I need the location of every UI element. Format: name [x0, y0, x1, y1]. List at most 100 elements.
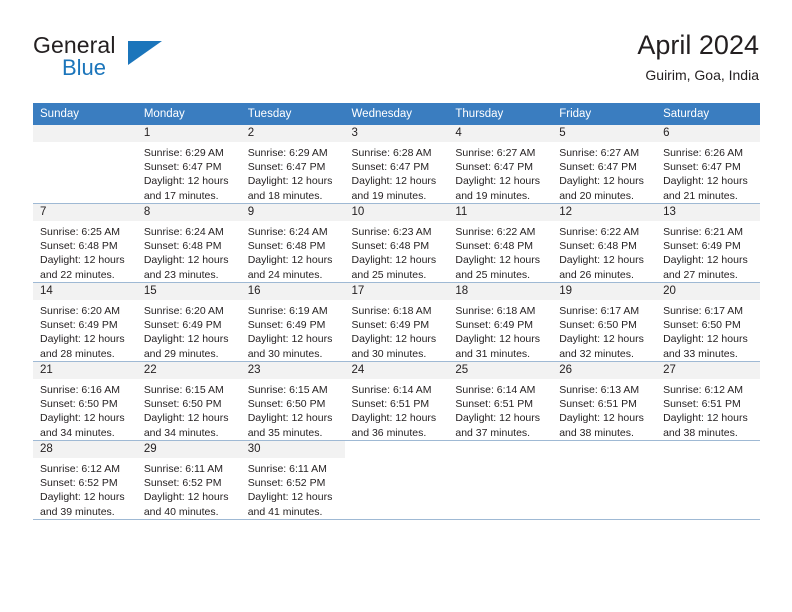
- weekday-header-thursday: Thursday: [448, 103, 553, 125]
- daylight-duration-line2: and 40 minutes.: [143, 505, 219, 518]
- weekday-header-friday: Friday: [552, 103, 657, 125]
- sunrise-time: Sunrise: 6:28 AM: [351, 147, 432, 159]
- day-detail: Sunrise: 6:11 AM Sunset: 6:52 PM Daylight:…: [137, 458, 241, 519]
- calendar-day-cell[interactable]: 9 Sunrise: 6:24 AM Sunset: 6:48 PM Daylight…: [240, 203, 345, 283]
- calendar-day-cell[interactable]: 29 Sunrise: 6:11 AM Sunset: 6:52 PM Dayligh…: [136, 440, 241, 520]
- day-number: 4: [448, 125, 553, 142]
- title-block: April 2024 Guirim, Goa, India: [637, 28, 759, 85]
- calendar-day-cell[interactable]: 23 Sunrise: 6:15 AM Sunset: 6:50 PM Dayligh…: [240, 361, 345, 441]
- calendar-day-cell[interactable]: 8 Sunrise: 6:24 AM Sunset: 6:48 PM Daylight…: [136, 203, 241, 283]
- sunset-time: Sunset: 6:49 PM: [247, 319, 326, 332]
- daylight-duration-line2: and 29 minutes.: [143, 347, 219, 360]
- day-detail: Sunrise: 6:24 AM Sunset: 6:48 PM Daylight:…: [137, 221, 241, 282]
- daylight-duration-line2: and 39 minutes.: [40, 505, 115, 518]
- general-blue-logo[interactable]: General Blue: [33, 32, 213, 88]
- calendar-day-cell[interactable]: 22 Sunrise: 6:15 AM Sunset: 6:50 PM Dayligh…: [136, 361, 241, 441]
- calendar-day-cell[interactable]: 25 Sunrise: 6:14 AM Sunset: 6:51 PM Dayligh…: [448, 361, 553, 441]
- day-number: 1: [136, 125, 241, 142]
- day-detail: Sunrise: 6:23 AM Sunset: 6:48 PM Daylight:…: [345, 221, 449, 282]
- sunset-time: Sunset: 6:48 PM: [247, 240, 326, 253]
- sunset-time: Sunset: 6:47 PM: [663, 161, 741, 174]
- calendar-day-cell[interactable]: 28 Sunrise: 6:12 AM Sunset: 6:52 PM Dayligh…: [33, 440, 137, 520]
- calendar-day-cell[interactable]: 4 Sunrise: 6:27 AM Sunset: 6:47 PM Daylight…: [448, 125, 553, 204]
- calendar-day-cell[interactable]: 6 Sunrise: 6:26 AM Sunset: 6:47 PM Daylight…: [656, 125, 760, 204]
- sunset-time: Sunset: 6:47 PM: [351, 161, 430, 174]
- sunrise-time: Sunrise: 6:25 AM: [40, 226, 120, 238]
- day-number: 10: [344, 204, 449, 221]
- sunset-time: Sunset: 6:48 PM: [559, 240, 637, 253]
- daylight-duration-line1: Daylight: 12 hours: [351, 254, 437, 267]
- calendar-day-cell[interactable]: 24 Sunrise: 6:14 AM Sunset: 6:51 PM Dayligh…: [344, 361, 449, 441]
- calendar-day-cell[interactable]: 21 Sunrise: 6:16 AM Sunset: 6:50 PM Dayligh…: [33, 361, 137, 441]
- sunrise-time: Sunrise: 6:24 AM: [247, 226, 328, 238]
- daylight-duration-line1: Daylight: 12 hours: [663, 254, 748, 267]
- calendar-day-cell[interactable]: 2 Sunrise: 6:29 AM Sunset: 6:47 PM Daylight…: [240, 125, 345, 204]
- daylight-duration-line1: Daylight: 12 hours: [40, 491, 125, 504]
- daylight-duration-line2: and 19 minutes.: [351, 189, 427, 202]
- calendar-day-cell[interactable]: 7 Sunrise: 6:25 AM Sunset: 6:48 PM Daylight…: [33, 203, 137, 283]
- day-detail: Sunrise: 6:18 AM Sunset: 6:49 PM Daylight:…: [448, 300, 552, 361]
- calendar-day-cell-empty: [344, 440, 449, 520]
- calendar-day-cell[interactable]: 10 Sunrise: 6:23 AM Sunset: 6:48 PM Dayligh…: [344, 203, 449, 283]
- sunset-time: Sunset: 6:52 PM: [143, 477, 222, 490]
- day-number: 16: [240, 283, 345, 300]
- day-number: 28: [33, 441, 137, 458]
- daylight-duration-line2: and 23 minutes.: [143, 268, 219, 281]
- daylight-duration-line1: Daylight: 12 hours: [663, 333, 748, 346]
- sunset-time: Sunset: 6:52 PM: [40, 477, 118, 490]
- calendar-day-cell[interactable]: 19 Sunrise: 6:17 AM Sunset: 6:50 PM Dayligh…: [552, 282, 657, 362]
- sunset-time: Sunset: 6:48 PM: [40, 240, 118, 253]
- daylight-duration-line2: and 36 minutes.: [351, 426, 427, 439]
- sunrise-time: Sunrise: 6:16 AM: [40, 384, 120, 396]
- sunset-time: Sunset: 6:49 PM: [455, 319, 534, 332]
- daylight-duration-line1: Daylight: 12 hours: [143, 333, 229, 346]
- daylight-duration-line1: Daylight: 12 hours: [247, 333, 333, 346]
- calendar-day-cell[interactable]: 26 Sunrise: 6:13 AM Sunset: 6:51 PM Dayligh…: [552, 361, 657, 441]
- daylight-duration-line1: Daylight: 12 hours: [143, 175, 229, 188]
- day-number: 6: [656, 125, 760, 142]
- sunset-time: Sunset: 6:52 PM: [247, 477, 326, 490]
- day-detail: Sunrise: 6:28 AM Sunset: 6:47 PM Daylight:…: [345, 142, 449, 203]
- daylight-duration-line1: Daylight: 12 hours: [455, 175, 541, 188]
- sunrise-time: Sunrise: 6:14 AM: [455, 384, 536, 396]
- calendar-day-cell[interactable]: 15 Sunrise: 6:20 AM Sunset: 6:49 PM Dayligh…: [136, 282, 241, 362]
- day-detail: Sunrise: 6:15 AM Sunset: 6:50 PM Daylight:…: [241, 379, 345, 440]
- calendar-day-cell[interactable]: 11 Sunrise: 6:22 AM Sunset: 6:48 PM Dayligh…: [448, 203, 553, 283]
- calendar-day-cell[interactable]: 1 Sunrise: 6:29 AM Sunset: 6:47 PM Daylight…: [136, 125, 241, 204]
- weekday-header-tuesday: Tuesday: [240, 103, 345, 125]
- day-number: 12: [552, 204, 657, 221]
- page-subtitle-location: Guirim, Goa, India: [645, 67, 759, 83]
- calendar-page: General Blue April 2024 Guirim, Goa, Ind…: [0, 0, 792, 612]
- daylight-duration-line1: Daylight: 12 hours: [559, 333, 644, 346]
- calendar-day-cell[interactable]: 18 Sunrise: 6:18 AM Sunset: 6:49 PM Dayligh…: [448, 282, 553, 362]
- calendar-day-cell[interactable]: 5 Sunrise: 6:27 AM Sunset: 6:47 PM Daylight…: [552, 125, 657, 204]
- day-detail: Sunrise: 6:22 AM Sunset: 6:48 PM Daylight:…: [448, 221, 552, 282]
- sunset-time: Sunset: 6:50 PM: [559, 319, 637, 332]
- calendar-day-cell[interactable]: 17 Sunrise: 6:18 AM Sunset: 6:49 PM Dayligh…: [344, 282, 449, 362]
- calendar-day-cell[interactable]: 20 Sunrise: 6:17 AM Sunset: 6:50 PM Dayligh…: [656, 282, 760, 362]
- sunrise-time: Sunrise: 6:17 AM: [559, 305, 640, 317]
- daylight-duration-line1: Daylight: 12 hours: [351, 333, 437, 346]
- sunset-time: Sunset: 6:51 PM: [559, 398, 637, 411]
- calendar-day-cell[interactable]: 13 Sunrise: 6:21 AM Sunset: 6:49 PM Dayligh…: [656, 203, 760, 283]
- sunset-time: Sunset: 6:51 PM: [351, 398, 430, 411]
- calendar-grid: Sunday Monday Tuesday Wednesday Thursday…: [33, 103, 760, 520]
- calendar-day-cell[interactable]: 16 Sunrise: 6:19 AM Sunset: 6:49 PM Dayligh…: [240, 282, 345, 362]
- day-detail: Sunrise: 6:12 AM Sunset: 6:51 PM Daylight:…: [656, 379, 760, 440]
- day-detail: Sunrise: 6:20 AM Sunset: 6:49 PM Daylight:…: [33, 300, 137, 361]
- day-detail: [448, 458, 552, 462]
- sunset-time: Sunset: 6:49 PM: [40, 319, 118, 332]
- day-number: 18: [448, 283, 553, 300]
- calendar-day-cell[interactable]: 27 Sunrise: 6:12 AM Sunset: 6:51 PM Dayligh…: [656, 361, 760, 441]
- day-number: [33, 125, 137, 142]
- daylight-duration-line2: and 25 minutes.: [455, 268, 531, 281]
- daylight-duration-line1: Daylight: 12 hours: [40, 333, 125, 346]
- page-title: April 2024: [637, 30, 759, 60]
- calendar-day-cell[interactable]: 12 Sunrise: 6:22 AM Sunset: 6:48 PM Dayligh…: [552, 203, 657, 283]
- calendar-day-cell[interactable]: 14 Sunrise: 6:20 AM Sunset: 6:49 PM Dayligh…: [33, 282, 137, 362]
- daylight-duration-line1: Daylight: 12 hours: [663, 412, 748, 425]
- day-detail: Sunrise: 6:16 AM Sunset: 6:50 PM Daylight:…: [33, 379, 137, 440]
- calendar-day-cell[interactable]: 3 Sunrise: 6:28 AM Sunset: 6:47 PM Daylight…: [344, 125, 449, 204]
- calendar-day-cell[interactable]: 30 Sunrise: 6:11 AM Sunset: 6:52 PM Dayligh…: [240, 440, 345, 520]
- day-number: 23: [240, 362, 345, 379]
